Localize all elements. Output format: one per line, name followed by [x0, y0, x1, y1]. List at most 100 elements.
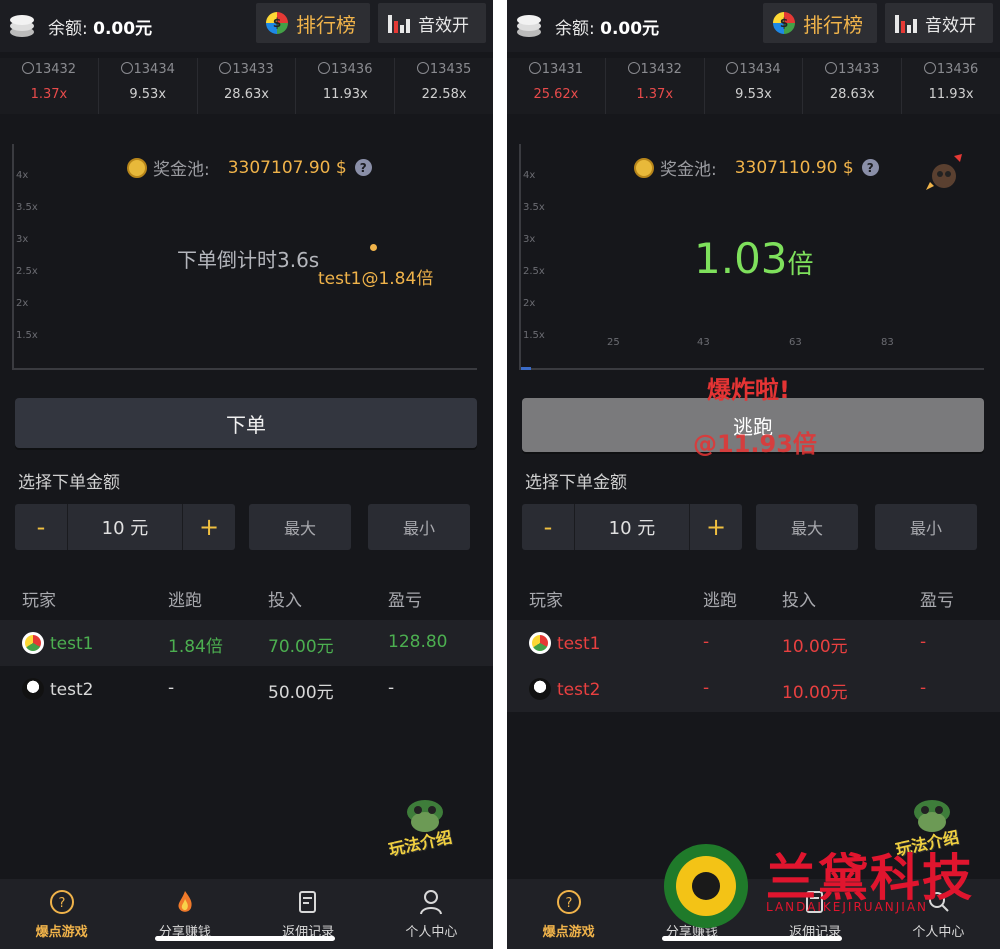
sound-toggle-button[interactable]: 音效开: [378, 3, 486, 43]
amount-input[interactable]: 10 元: [574, 504, 690, 550]
nav-item-game[interactable]: ? 爆点游戏: [0, 879, 123, 949]
nav-item-profile[interactable]: 个人中心: [370, 879, 493, 949]
phone-screen-right: 余额: 0.00元 $ 排行榜 音效开 13431 25.62x 13432 1.3…: [507, 0, 1000, 949]
max-button[interactable]: 最大: [756, 504, 858, 550]
balance-value: 0.00元: [93, 19, 153, 39]
profit-cell: -: [920, 678, 927, 698]
skull-icon: [318, 62, 331, 74]
bar-chart-icon: [895, 13, 917, 33]
table-header: 玩家 逃跑 投入 盈亏: [507, 574, 1000, 620]
cashout-label: test1@1.84倍: [318, 269, 434, 289]
player-name: test1: [557, 634, 601, 654]
help-icon[interactable]: ?: [354, 159, 372, 176]
help-icon[interactable]: ?: [861, 159, 879, 176]
max-button[interactable]: 最大: [249, 504, 351, 550]
decrease-button[interactable]: -: [522, 504, 574, 550]
question-circle-icon: ?: [49, 890, 74, 914]
players-table: 玩家 逃跑 投入 盈亏 test1 1.84倍 70.00元 128.80 te…: [0, 574, 493, 712]
balance: 余额: 0.00元: [555, 14, 659, 39]
y-tick-label: 2.5x: [16, 266, 38, 277]
svg-text:?: ?: [58, 896, 65, 911]
nav-label: 爆点游戏: [542, 925, 595, 940]
avatar: [529, 678, 551, 700]
history-item[interactable]: 13436 11.93x: [902, 58, 1000, 114]
round-history: 13432 1.37x 13434 9.53x 13433 28.63x 13436 1…: [0, 58, 493, 114]
increase-button[interactable]: +: [183, 504, 235, 550]
multiplier-unit: 倍: [787, 250, 814, 280]
column-header: 盈亏: [388, 591, 422, 611]
bet-cell: 50.00元: [268, 683, 334, 703]
amount-controls: - 10 元 + 最大 最小: [15, 504, 477, 550]
min-button[interactable]: 最小: [368, 504, 470, 550]
nav-label: 爆点游戏: [35, 925, 88, 940]
flame-icon: [178, 891, 192, 912]
coin-stack-icon: [10, 15, 34, 37]
history-multiplier: 9.53x: [735, 87, 772, 102]
min-button[interactable]: 最小: [875, 504, 977, 550]
history-multiplier: 28.63x: [829, 87, 875, 102]
home-indicator[interactable]: [155, 936, 335, 941]
home-indicator[interactable]: [662, 936, 842, 941]
escape-cell: -: [703, 632, 710, 652]
x-tick-label: 25: [607, 337, 620, 348]
amount-stepper: - 10 元 +: [15, 504, 235, 550]
prize-pool-value: 3307107.90 $: [227, 157, 347, 178]
x-axis: [12, 368, 477, 370]
table-header: 玩家 逃跑 投入 盈亏: [0, 574, 493, 620]
skull-icon: [726, 62, 739, 74]
bet-cell: 70.00元: [268, 637, 334, 657]
nav-item-game[interactable]: ? 爆点游戏: [507, 879, 630, 949]
y-tick-label: 2x: [523, 298, 536, 309]
history-item[interactable]: 13433 28.63x: [803, 58, 903, 114]
history-item[interactable]: 13433 28.63x: [198, 58, 297, 114]
y-tick-label: 3.5x: [16, 202, 38, 213]
sound-label: 音效开: [418, 15, 469, 36]
bet-cell: 10.00元: [782, 683, 848, 703]
history-item[interactable]: 13432 1.37x: [0, 58, 99, 114]
player-name: test1: [50, 634, 94, 654]
player-cell: test1: [22, 632, 93, 654]
history-multiplier: 9.53x: [129, 87, 167, 102]
table-row: test2 - 50.00元 -: [0, 666, 493, 712]
phone-screen-left: 余额: 0.00元 $ 排行榜 音效开 13432 1.37x 13434 9.53…: [0, 0, 493, 949]
sound-toggle-button[interactable]: 音效开: [885, 3, 993, 43]
amount-input[interactable]: 10 元: [67, 504, 183, 550]
question-circle-icon: ?: [556, 890, 581, 914]
history-item[interactable]: 13431 25.62x: [507, 58, 606, 114]
amount-stepper: - 10 元 +: [522, 504, 742, 550]
skull-icon: [219, 62, 232, 74]
balance-label: 余额:: [48, 19, 88, 39]
coin-stack-icon: [517, 15, 541, 37]
amount-controls: - 10 元 + 最大 最小: [522, 504, 984, 550]
place-bet-button[interactable]: 下单: [15, 398, 477, 448]
svg-text:?: ?: [565, 896, 572, 911]
y-tick-label: 1.5x: [16, 330, 38, 341]
history-item[interactable]: 13436 11.93x: [296, 58, 396, 114]
leaderboard-button[interactable]: $ 排行榜: [763, 3, 877, 43]
y-tick-label: 2x: [16, 298, 29, 309]
profit-cell: 128.80: [388, 632, 448, 652]
decrease-button[interactable]: -: [15, 504, 67, 550]
profit-cell: -: [920, 632, 927, 652]
balance-label: 余额:: [555, 19, 595, 39]
history-item[interactable]: 13434 9.53x: [705, 58, 804, 114]
increase-button[interactable]: +: [690, 504, 742, 550]
column-header: 盈亏: [920, 591, 954, 611]
history-item[interactable]: 13432 1.37x: [606, 58, 705, 114]
balance-value: 0.00元: [600, 19, 660, 39]
rocket-icon: [926, 154, 962, 190]
multiplier-curve: [521, 367, 531, 370]
user-icon: [420, 890, 443, 915]
history-item[interactable]: 13434 9.53x: [99, 58, 198, 114]
column-header: 逃跑: [168, 591, 202, 611]
escape-cell: -: [703, 678, 710, 698]
history-id: 13433: [838, 62, 880, 77]
history-item[interactable]: 13435 22.58x: [395, 58, 493, 114]
table-row: test1 1.84倍 70.00元 128.80: [0, 620, 493, 666]
skull-icon: [825, 62, 838, 74]
column-header: 逃跑: [703, 591, 737, 611]
column-header: 投入: [268, 591, 302, 611]
leaderboard-button[interactable]: $ 排行榜: [256, 3, 370, 43]
x-tick-label: 63: [789, 337, 802, 348]
history-id: 13434: [739, 62, 781, 77]
